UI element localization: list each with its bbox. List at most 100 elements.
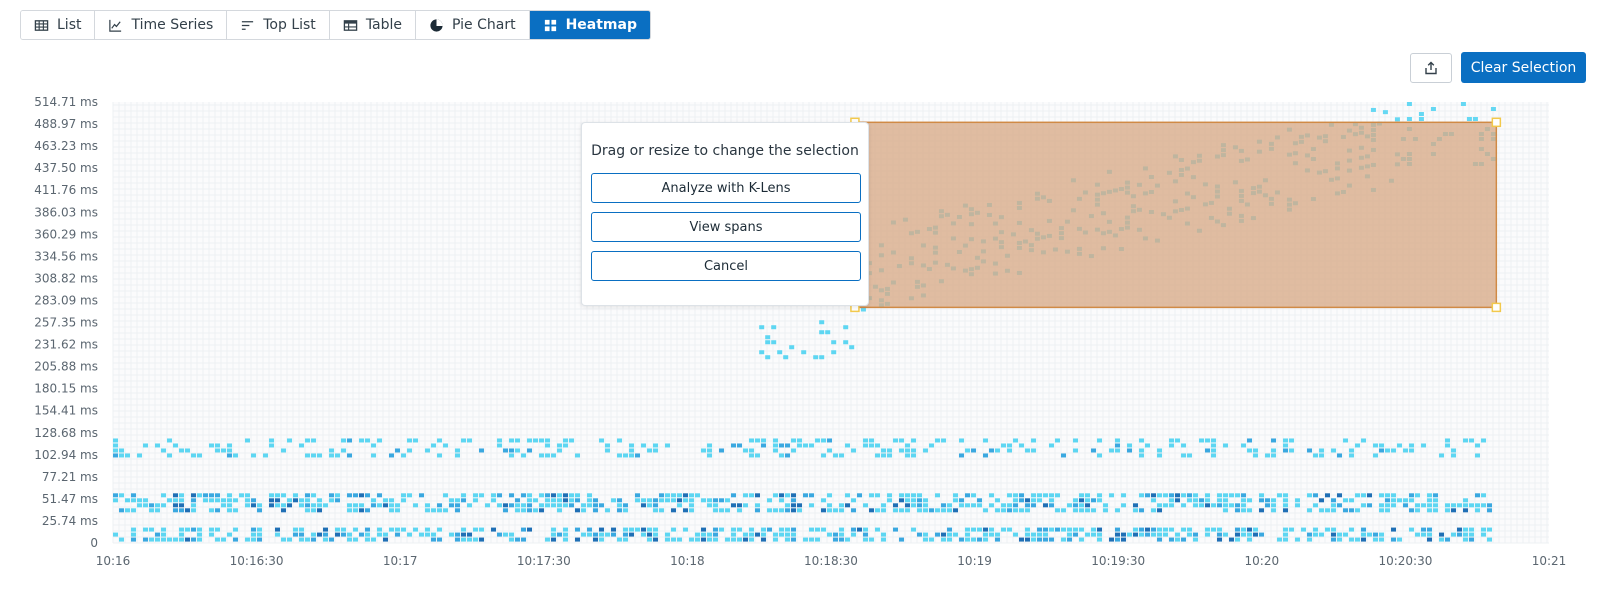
heatmap-cell — [1019, 493, 1024, 497]
heatmap-cell — [1295, 538, 1300, 542]
heatmap-cell — [1085, 508, 1090, 512]
heatmap-cell — [677, 538, 682, 542]
heatmap-cell — [641, 443, 646, 447]
heatmap-cell — [1463, 528, 1468, 532]
heatmap-cell — [749, 448, 754, 452]
heatmap-cell — [431, 443, 436, 447]
heatmap-cell — [1229, 538, 1234, 542]
heatmap-cell — [713, 528, 718, 532]
heatmap-cell — [899, 498, 904, 502]
heatmap-cell — [1211, 503, 1216, 507]
heatmap-cell — [293, 533, 298, 537]
heatmap-cell — [1031, 503, 1036, 507]
heatmap-cell — [1421, 528, 1426, 532]
heatmap-cell — [1343, 438, 1348, 442]
heatmap-cell — [1043, 528, 1048, 532]
heatmap-cell — [209, 443, 214, 447]
heatmap-cell — [1235, 508, 1240, 512]
heatmap-cell — [1433, 503, 1438, 507]
heatmap-cell — [773, 493, 778, 497]
heatmap-cell — [1283, 538, 1288, 542]
heatmap-cell — [1439, 453, 1444, 457]
heatmap-cell — [1115, 538, 1120, 542]
heatmap-cell — [401, 493, 406, 497]
heatmap-cell — [395, 448, 400, 452]
heatmap-cell — [1361, 438, 1366, 442]
cancel-button[interactable]: Cancel — [591, 251, 861, 281]
heatmap-cell — [1415, 508, 1420, 512]
heatmap-cell — [1019, 498, 1024, 502]
heatmap-cell — [359, 493, 364, 497]
heatmap-cell — [161, 448, 166, 452]
heatmap-cell — [1097, 493, 1102, 497]
heatmap-cell — [653, 528, 658, 532]
heatmap-cell — [395, 503, 400, 507]
heatmap-cell — [635, 453, 640, 457]
heatmap-cell — [137, 503, 142, 507]
analyze-k-lens-button[interactable]: Analyze with K-Lens — [591, 173, 861, 203]
heatmap-cell — [1451, 448, 1456, 452]
heatmap-cell — [1025, 538, 1030, 542]
heatmap-cell — [1409, 498, 1414, 502]
heatmap-cell — [1007, 448, 1012, 452]
heatmap-cell — [1259, 498, 1264, 502]
heatmap-cell — [341, 448, 346, 452]
heatmap-cell — [1139, 438, 1144, 442]
heatmap-cell — [1163, 528, 1168, 532]
heatmap-cell — [771, 325, 776, 329]
heatmap-cell — [1383, 110, 1388, 114]
selection-resize-handle[interactable] — [1492, 303, 1500, 311]
heatmap-cell — [1205, 498, 1210, 502]
heatmap-cell — [779, 493, 784, 497]
heatmap-cell — [1343, 533, 1348, 537]
heatmap-cell — [281, 538, 286, 542]
heatmap-cell — [215, 508, 220, 512]
heatmap-cell — [875, 443, 880, 447]
view-spans-button[interactable]: View spans — [591, 212, 861, 242]
selection-resize-handle[interactable] — [1492, 118, 1500, 126]
heatmap-cell — [617, 508, 622, 512]
heatmap-cell — [545, 443, 550, 447]
heatmap-cell — [1427, 508, 1432, 512]
heatmap-cell — [881, 503, 886, 507]
heatmap-cell — [989, 528, 994, 532]
heatmap-cell — [563, 528, 568, 532]
heatmap-cell — [1013, 503, 1018, 507]
heatmap-cell — [1481, 493, 1486, 497]
heatmap-cell — [317, 503, 322, 507]
heatmap-cell — [293, 498, 298, 502]
heatmap-cell — [617, 438, 622, 442]
heatmap-cell — [1487, 503, 1492, 507]
heatmap-cell — [1385, 448, 1390, 452]
heatmap-cell — [989, 503, 994, 507]
heatmap-cell — [1019, 508, 1024, 512]
heatmap-cell — [119, 538, 124, 542]
heatmap-cell — [839, 533, 844, 537]
heatmap-cell — [1217, 493, 1222, 497]
heatmap-cell — [1139, 453, 1144, 457]
heatmap-cell — [1127, 448, 1132, 452]
heatmap-cell — [263, 453, 268, 457]
heatmap-cell — [815, 528, 820, 532]
heatmap-cell — [737, 443, 742, 447]
heatmap-cell — [1331, 538, 1336, 542]
heatmap-cell — [1175, 498, 1180, 502]
heatmap-cell — [1031, 498, 1036, 502]
heatmap-cell — [401, 453, 406, 457]
heatmap-cell — [377, 528, 382, 532]
heatmap-cell — [1391, 538, 1396, 542]
heatmap-cell — [809, 493, 814, 497]
heatmap-cell — [1373, 443, 1378, 447]
heatmap-cell — [1139, 528, 1144, 532]
heatmap-cell — [407, 438, 412, 442]
heatmap-cell — [827, 533, 832, 537]
heatmap-cell — [1043, 503, 1048, 507]
heatmap-cell — [1133, 508, 1138, 512]
heatmap-cell — [179, 503, 184, 507]
heatmap-cell — [257, 503, 262, 507]
heatmap-cell — [701, 448, 706, 452]
heatmap-cell — [179, 493, 184, 497]
heatmap-cell — [1259, 508, 1264, 512]
heatmap-cell — [341, 528, 346, 532]
heatmap-cell — [1205, 493, 1210, 497]
